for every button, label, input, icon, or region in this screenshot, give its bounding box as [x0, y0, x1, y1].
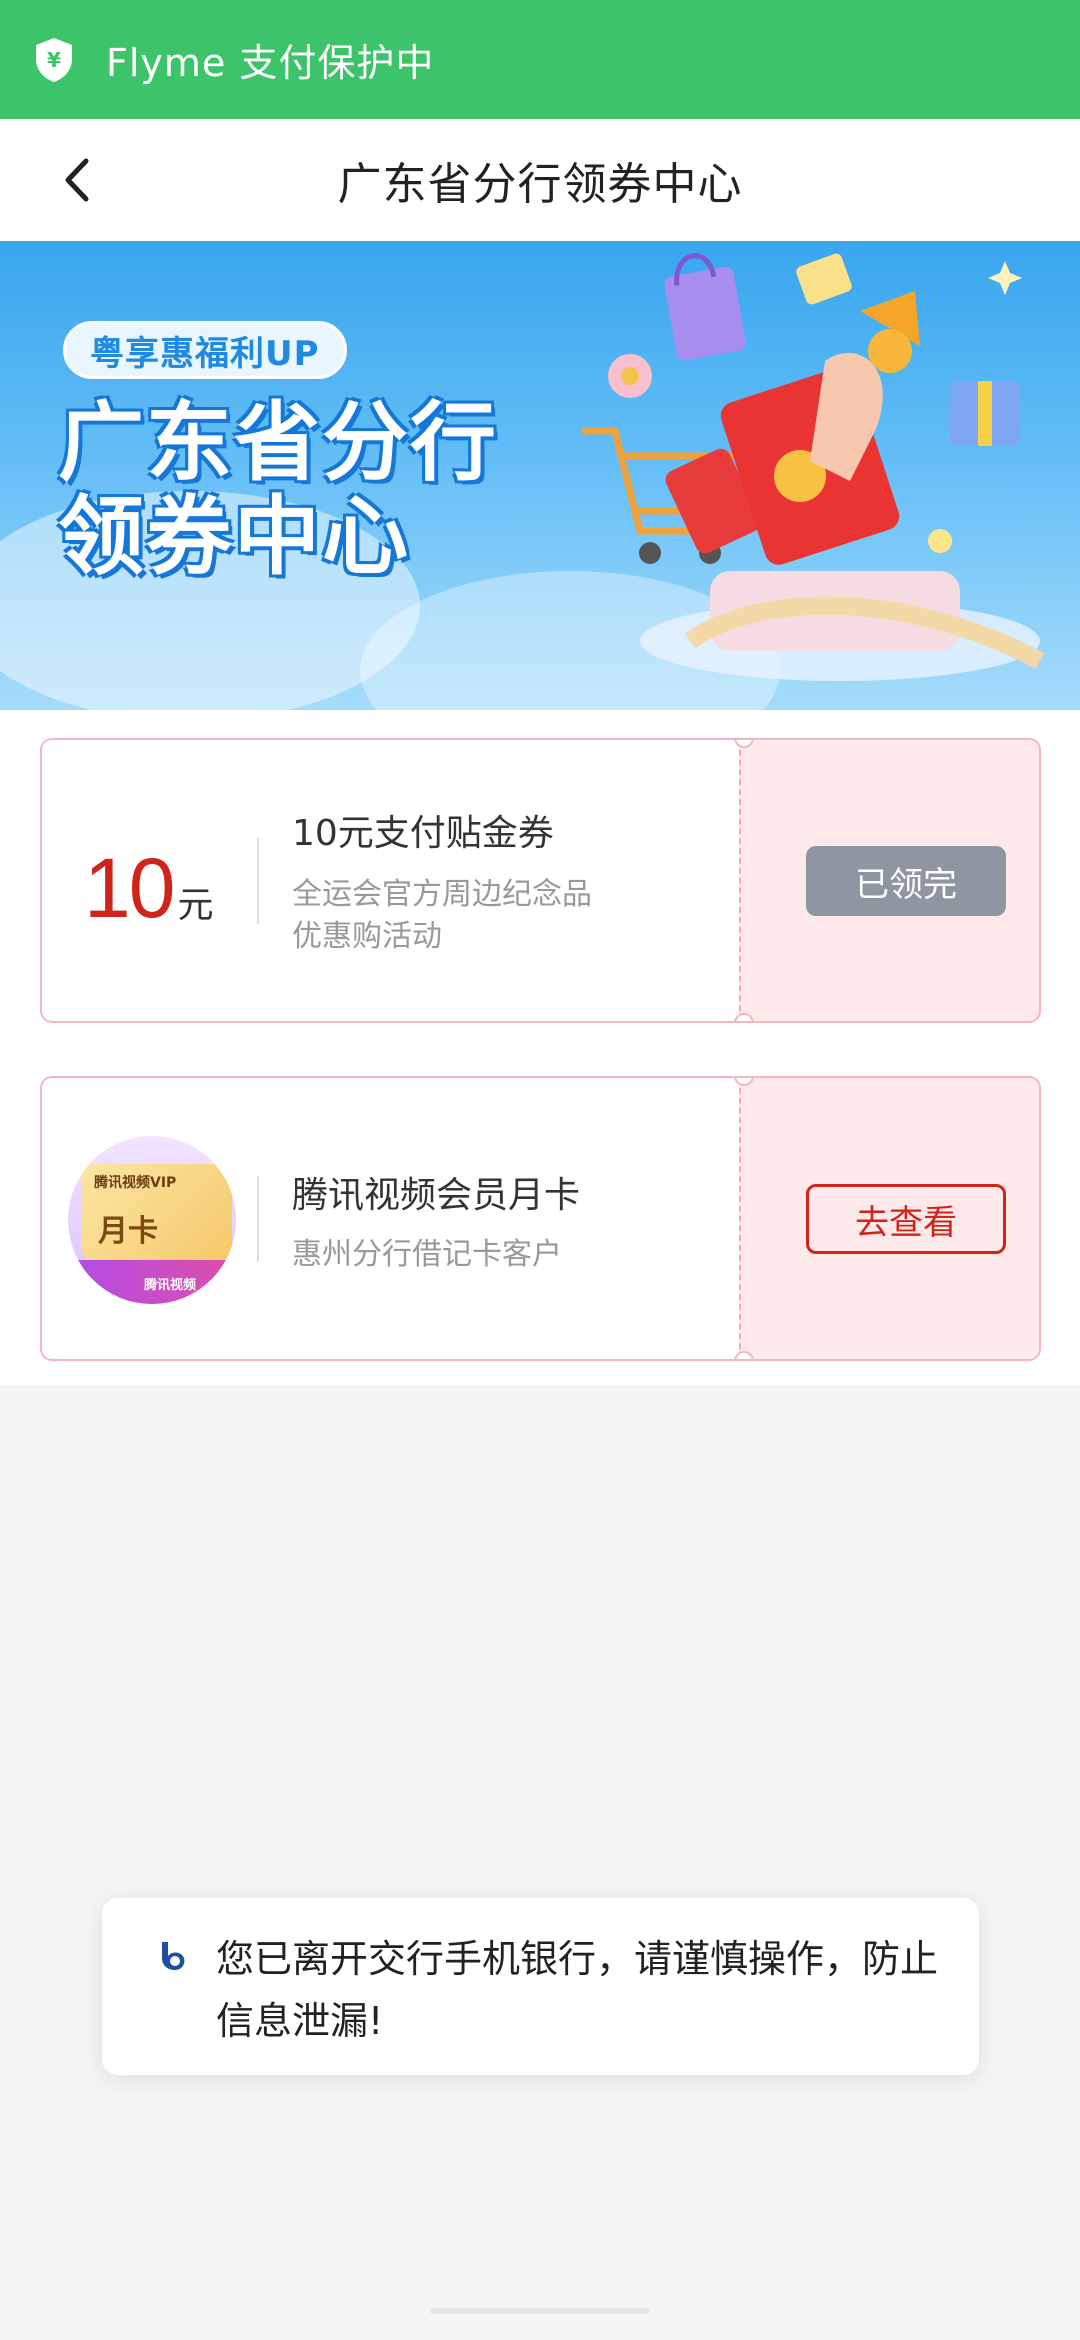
coupon-amount: 10 元 [84, 840, 213, 937]
coupon-description: 全运会官方周边纪念品 优惠购活动 [292, 874, 672, 958]
navigation-header: 广东省分行领券中心 [0, 119, 1080, 241]
protection-status-text: Flyme 支付保护中 [106, 41, 435, 85]
shield-yuan-icon: ¥ [36, 37, 72, 82]
coupon-card[interactable]: 10 元 10元支付贴金券 全运会官方周边纪念品 优惠购活动 已领完 [40, 738, 1041, 1023]
leave-app-warning-toast: 您已离开交行手机银行，请谨慎操作，防止信息泄漏! [102, 1898, 979, 2075]
banner-title-line1: 广东省分行 [58, 393, 498, 493]
page-title: 广东省分行领券中心 [337, 159, 743, 210]
promo-banner: 粤享惠福利UP 广东省分行 领券中心 [0, 241, 1080, 710]
svg-text:¥: ¥ [47, 48, 61, 72]
warning-message: 您已离开交行手机银行，请谨慎操作，防止信息泄漏! [216, 1937, 939, 2043]
banner-title-line2: 领券中心 [58, 487, 410, 587]
amount-value: 10 [84, 841, 175, 935]
banner-title: 广东省分行 领券中心 [58, 396, 578, 584]
coupon-card[interactable]: 腾讯视频VIP 月卡 腾讯视频 腾讯视频会员月卡 惠州分行借记卡客户 去查看 [40, 1076, 1041, 1361]
payment-protection-bar: ¥ Flyme 支付保护中 [0, 0, 1080, 119]
divider [257, 1176, 259, 1262]
bank-logo-icon [154, 1936, 194, 1976]
thumbnail-brand-text: 腾讯视频 [144, 1278, 197, 1293]
coupon-list: 10 元 10元支付贴金券 全运会官方周边纪念品 优惠购活动 已领完 腾讯视频V… [0, 710, 1080, 1385]
gift-illustration [581, 253, 1045, 681]
coupon-description-line: 优惠购活动 [292, 919, 442, 954]
amount-unit: 元 [177, 885, 214, 926]
app-screen: ¥ Flyme 支付保护中 广东省分行领券中心 粤享惠福利UP 广东省分行 领券… [0, 0, 1080, 2340]
coupon-description-line: 全运会官方周边纪念品 [292, 877, 592, 912]
thumbnail-month-text: 月卡 [98, 1214, 158, 1249]
chevron-left-icon[interactable] [58, 153, 98, 207]
coupon-title: 腾讯视频会员月卡 [292, 1175, 581, 1216]
coupon-title: 10元支付贴金券 [292, 813, 554, 854]
coupon-description: 惠州分行借记卡客户 [292, 1237, 562, 1272]
thumbnail-vip-text: 腾讯视频VIP [94, 1175, 177, 1191]
view-button[interactable]: 去查看 [806, 1184, 1006, 1254]
tencent-video-vip-thumbnail: 腾讯视频VIP 月卡 腾讯视频 [68, 1136, 236, 1304]
home-indicator[interactable] [430, 2308, 650, 2314]
banner-tag: 粤享惠福利UP [63, 321, 347, 379]
divider [257, 838, 259, 924]
claimed-button[interactable]: 已领完 [806, 846, 1006, 916]
